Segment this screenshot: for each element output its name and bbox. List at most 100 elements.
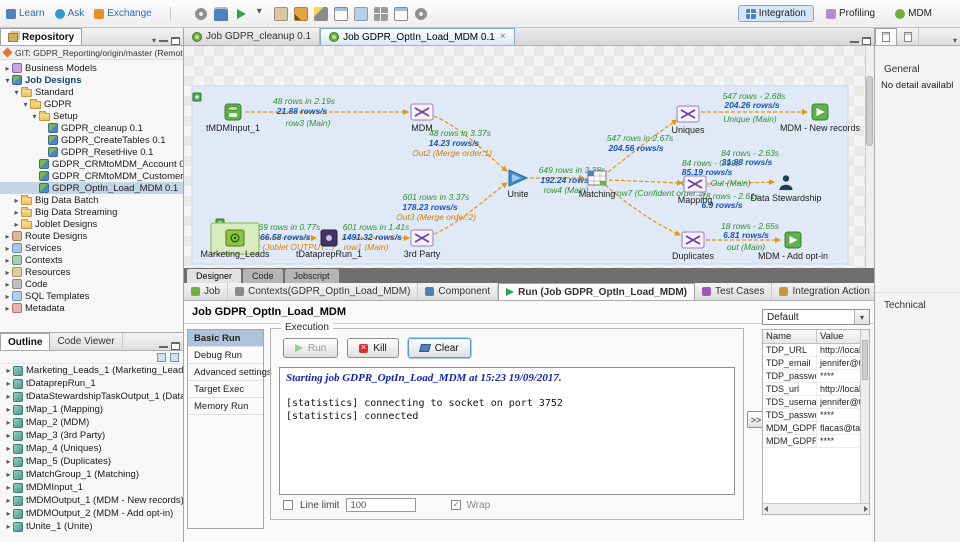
- tree-item-route-designs[interactable]: ▸ Route Designs: [0, 230, 183, 242]
- expand-arrow[interactable]: ▸: [3, 256, 12, 265]
- expand-arrow[interactable]: ▸: [12, 208, 21, 217]
- tab-repository[interactable]: Repository: [0, 28, 83, 45]
- tree-item-gdpr-cleanup-0-1[interactable]: GDPR_cleanup 0.1: [0, 122, 183, 134]
- expand-arrow[interactable]: ▸: [4, 431, 13, 440]
- expand-arrow[interactable]: ▸: [3, 304, 12, 313]
- expand-arrow[interactable]: ▸: [4, 457, 13, 466]
- context-row[interactable]: MDM_GDPR_MDM...****: [763, 435, 869, 448]
- context-row[interactable]: TDS_url http://localh: [763, 383, 869, 396]
- expand-arrow[interactable]: ▸: [3, 268, 12, 277]
- tree-item-setup[interactable]: ▾ Setup: [0, 110, 183, 122]
- expand-arrow[interactable]: ▸: [3, 280, 12, 289]
- tree-item-business-models[interactable]: ▸ Business Models: [0, 62, 183, 74]
- tab-outline[interactable]: Outline: [0, 333, 51, 350]
- expand-arrow[interactable]: ▸: [4, 509, 13, 518]
- expand-arrow[interactable]: ▸: [12, 196, 21, 205]
- context-row[interactable]: TDS_usernamejennifer@tal: [763, 396, 869, 409]
- expand-arrow[interactable]: ▾: [30, 112, 39, 121]
- tree-item-gdpr-crmtomdm-account-0-1[interactable]: GDPR_CRMtoMDM_Account 0.1: [0, 158, 183, 170]
- expand-arrow[interactable]: ▸: [4, 522, 13, 531]
- detect-and-update-icon[interactable]: [313, 6, 328, 21]
- wrap-checkbox[interactable]: [451, 499, 462, 510]
- context-row[interactable]: TDP_password****: [763, 370, 869, 383]
- expand-arrow[interactable]: ▸: [4, 392, 13, 401]
- view-menu-icon[interactable]: ▾: [152, 36, 156, 45]
- outline-item-tmap-5-duplicates[interactable]: ▸ tMap_5 (Duplicates): [0, 455, 183, 468]
- minimize-icon[interactable]: [159, 39, 168, 42]
- tree-item-job-designs[interactable]: ▾ Job Designs: [0, 74, 183, 86]
- run-button[interactable]: Run: [283, 338, 339, 358]
- component-mdm[interactable]: MDM: [410, 103, 434, 133]
- context-row[interactable]: TDS_password****: [763, 409, 869, 422]
- outline-item-tmap-1-mapping[interactable]: ▸ tMap_1 (Mapping): [0, 403, 183, 416]
- expand-arrow[interactable]: ▸: [3, 64, 12, 73]
- expand-arrow[interactable]: ▸: [4, 444, 13, 453]
- search-icon[interactable]: [413, 6, 428, 21]
- line-limit-input[interactable]: [346, 498, 417, 512]
- maximize-icon[interactable]: [862, 37, 871, 45]
- expand-arrow[interactable]: ▸: [12, 220, 21, 229]
- tree-item-contexts[interactable]: ▸ Contexts: [0, 254, 183, 266]
- view-tab-component[interactable]: Component: [418, 283, 499, 300]
- tree-item-sql-templates[interactable]: ▸ SQL Templates: [0, 290, 183, 302]
- expand-arrow[interactable]: ▸: [3, 232, 12, 241]
- tree-item-gdpr[interactable]: ▾ GDPR: [0, 98, 183, 110]
- tree-item-gdpr-createtables-0-1[interactable]: GDPR_CreateTables 0.1: [0, 134, 183, 146]
- tree-item-gdpr-crmtomdm-customer-0[interactable]: GDPR_CRMtoMDM_Customer 0: [0, 170, 183, 182]
- expand-arrow[interactable]: ▸: [4, 418, 13, 427]
- view-tab-test-cases[interactable]: Test Cases: [695, 283, 773, 300]
- context-row[interactable]: TDP_email jennifer@tal: [763, 357, 869, 370]
- outline-item-tmdminput-1[interactable]: ▸ tMDMInput_1: [0, 481, 183, 494]
- job-design-canvas[interactable]: 48 rows in 2.19s 21.88 rows/s row3 (Main) 4…: [184, 46, 874, 268]
- scroll-left-icon[interactable]: [764, 506, 768, 512]
- tree-item-big-data-streaming[interactable]: ▸ Big Data Streaming: [0, 206, 183, 218]
- maximize-icon[interactable]: [171, 36, 180, 45]
- tree-item-gdpr-resethive-0-1[interactable]: GDPR_ResetHive 0.1: [0, 146, 183, 158]
- outline-item-tmap-2-mdm[interactable]: ▸ tMap_2 (MDM): [0, 416, 183, 429]
- scrollbar-thumb[interactable]: [862, 340, 868, 380]
- expand-arrow[interactable]: ▸: [4, 379, 13, 388]
- execution-console[interactable]: Starting job GDPR_OptIn_Load_MDM at 15:2…: [279, 367, 735, 495]
- run-menu-memory-run[interactable]: Memory Run: [188, 398, 263, 415]
- expand-arrow[interactable]: ▸: [3, 244, 12, 253]
- context-row[interactable]: MDM_GDPR_MDM...flacas@talen: [763, 422, 869, 435]
- kill-button[interactable]: Kill: [347, 338, 399, 358]
- expand-arrow[interactable]: ▸: [4, 483, 13, 492]
- context-row[interactable]: TDP_URL http://localh: [763, 344, 869, 357]
- export-items-icon[interactable]: [333, 6, 348, 21]
- collapse-all-icon[interactable]: [170, 352, 179, 362]
- scroll-right-icon[interactable]: [864, 506, 868, 512]
- tab-documentation[interactable]: [897, 28, 919, 45]
- ask-link[interactable]: Ask: [68, 8, 85, 19]
- outline-item-tmap-4-uniques[interactable]: ▸ tMap_4 (Uniques): [0, 442, 183, 455]
- run-menu-advanced-settings[interactable]: Advanced settings: [188, 364, 272, 381]
- tree-item-standard[interactable]: ▾ Standard: [0, 86, 183, 98]
- clear-button[interactable]: Clear: [407, 338, 471, 358]
- outline-item-tmdmoutput-1-mdm-new-records[interactable]: ▸ tMDMOutput_1 (MDM - New records): [0, 494, 183, 507]
- tab-properties[interactable]: [875, 28, 897, 45]
- view-tab-integration-action[interactable]: Integration Action: [772, 283, 878, 300]
- import-items-icon[interactable]: [353, 6, 368, 21]
- canvas-vertical-scrollbar[interactable]: [865, 46, 874, 268]
- perspective-integration[interactable]: Integration: [737, 5, 814, 22]
- expand-arrow[interactable]: ▾: [12, 88, 21, 97]
- tree-item-joblet-designs[interactable]: ▸ Joblet Designs: [0, 218, 183, 230]
- expand-arrow[interactable]: ▸: [4, 366, 13, 375]
- tab-code-viewer[interactable]: Code Viewer: [50, 333, 123, 350]
- expand-arrow[interactable]: ▸: [4, 470, 13, 479]
- outline-item-tdatastewardshiptaskoutput-1-data-stewardship[interactable]: ▸ tDataStewardshipTaskOutput_1 (Data Stew…: [0, 390, 183, 403]
- window-layout-icon[interactable]: [393, 6, 408, 21]
- outline-item-tmdmoutput-2-mdm-add-opt-in[interactable]: ▸ tMDMOutput_2 (MDM - Add opt-in): [0, 507, 183, 520]
- scrollbar-thumb[interactable]: [866, 76, 873, 146]
- show-views-icon[interactable]: [373, 6, 388, 21]
- view-tab-run-job-gdpr-optin-load-mdm[interactable]: Run (Job GDPR_OptIn_Load_MDM): [498, 283, 696, 300]
- designer-tab-code[interactable]: Code: [243, 269, 283, 283]
- expand-arrow[interactable]: ▸: [4, 496, 13, 505]
- run-job-icon[interactable]: [234, 7, 248, 21]
- outline-item-tdatapreprun-1[interactable]: ▸ tDataprepRun_1: [0, 377, 183, 390]
- view-menu-icon[interactable]: ▾: [953, 36, 957, 45]
- context-select[interactable]: Default ▾: [762, 309, 870, 325]
- expand-arrow[interactable]: ▸: [4, 405, 13, 414]
- save-icon[interactable]: [213, 6, 228, 21]
- edit-properties-icon[interactable]: [293, 6, 308, 21]
